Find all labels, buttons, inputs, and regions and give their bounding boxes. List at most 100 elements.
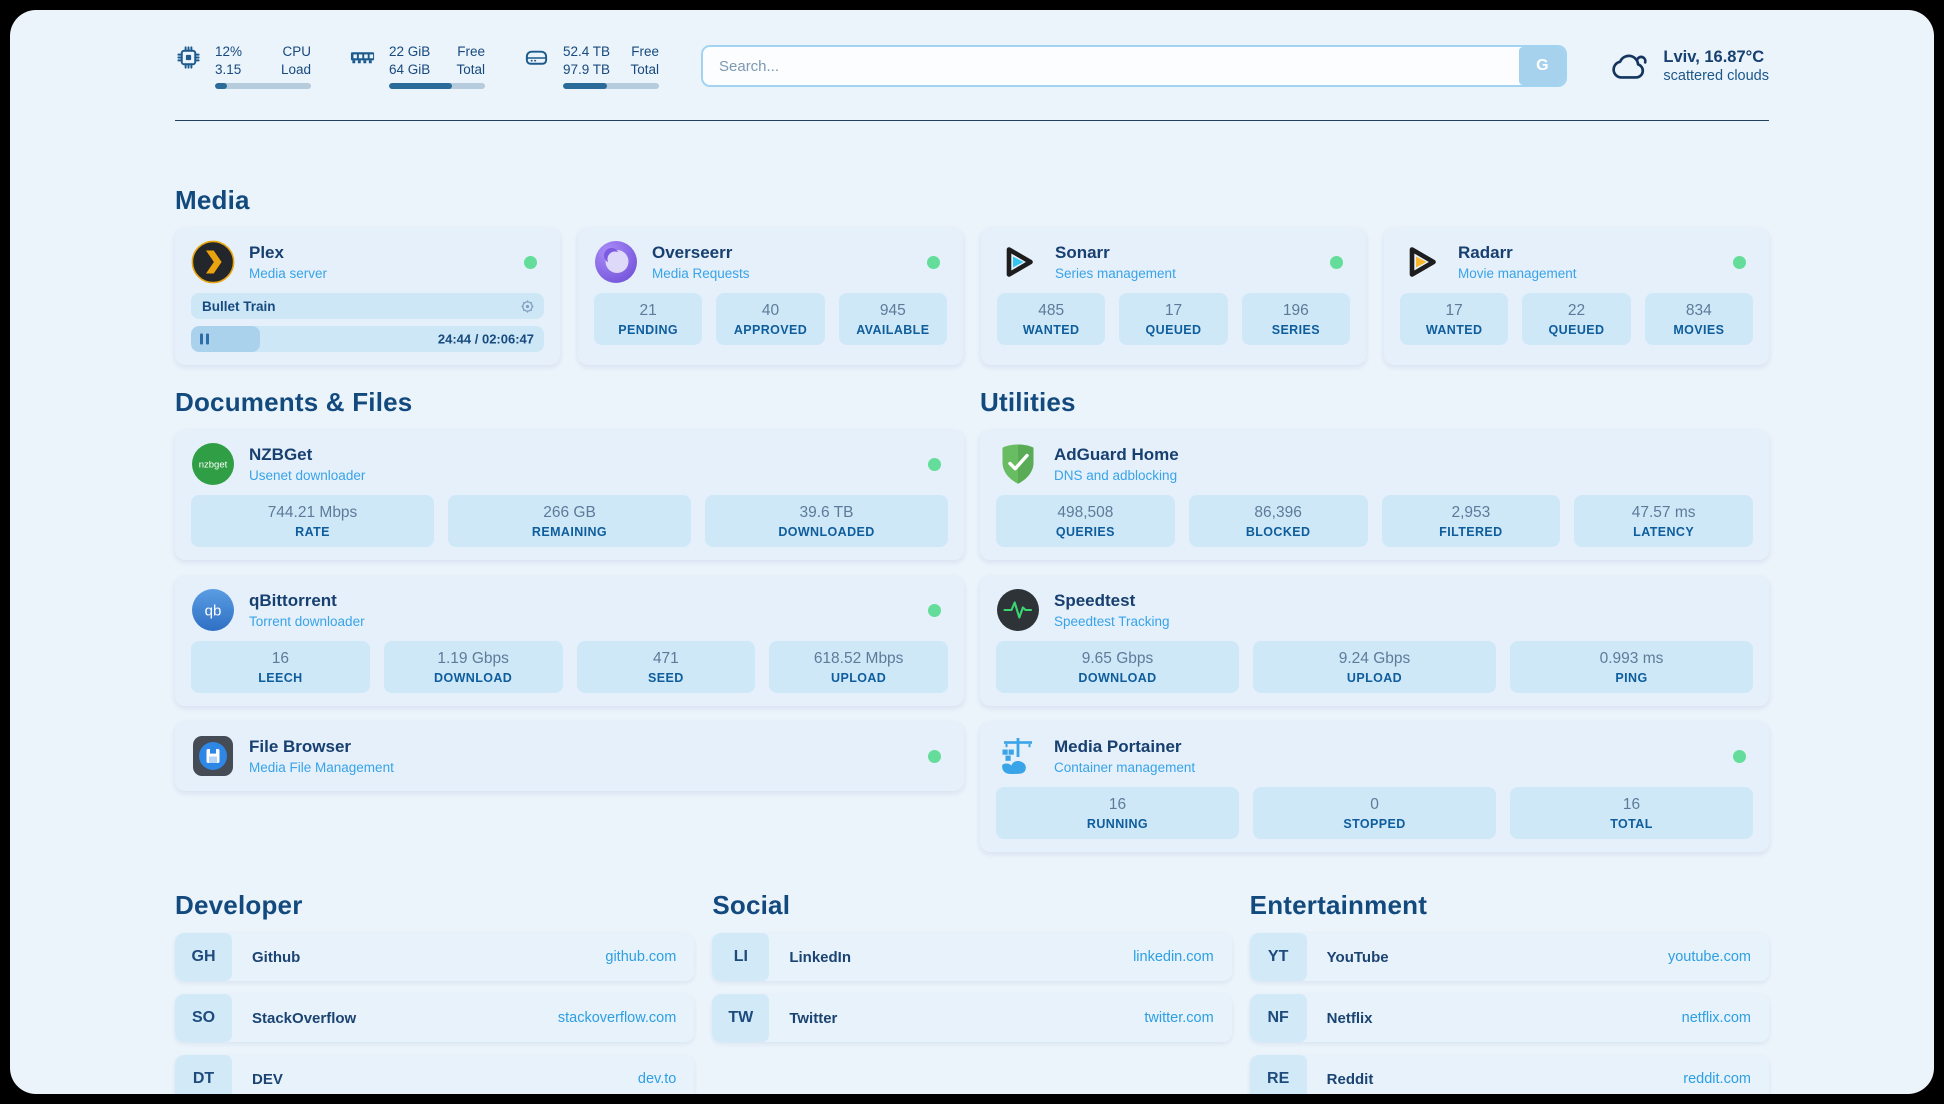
gear-icon[interactable]: [520, 299, 535, 314]
stat-queued: 22 QUEUED: [1522, 293, 1630, 345]
stat-value: 0.993 ms: [1600, 650, 1664, 668]
bookmark-dev[interactable]: DT DEV dev.to: [175, 1055, 694, 1094]
stat-value: 21: [640, 302, 657, 320]
stat-series: 196 SERIES: [1242, 293, 1350, 345]
speedtest-icon: [996, 588, 1040, 632]
weather-condition: scattered clouds: [1663, 68, 1769, 84]
service-card-overseerr[interactable]: Overseerr Media Requests 21 PENDING 40 A…: [578, 228, 963, 365]
stat-available: 945 AVAILABLE: [839, 293, 947, 345]
qbittorrent-icon: qb: [191, 588, 235, 632]
bookmark-abbr: NF: [1250, 994, 1307, 1042]
stat-value: 2,953: [1451, 504, 1490, 522]
service-description: Speedtest Tracking: [1054, 614, 1170, 629]
stat-seed: 471 SEED: [577, 641, 756, 693]
disk-free-value: 52.4 TB: [563, 43, 610, 61]
bookmark-name: StackOverflow: [252, 1010, 356, 1027]
service-card-speedtest[interactable]: Speedtest Speedtest Tracking 9.65 Gbps D…: [980, 576, 1769, 706]
bookmark-linkedin[interactable]: LI LinkedIn linkedin.com: [712, 933, 1231, 981]
bookmark-url: netflix.com: [1682, 1010, 1751, 1026]
disk-widget: 52.4 TB 97.9 TB Free Total: [523, 43, 659, 90]
stat-filtered: 2,953 FILTERED: [1382, 495, 1561, 547]
bookmark-reddit[interactable]: RE Reddit reddit.com: [1250, 1055, 1769, 1094]
section-title-developer: Developer: [175, 890, 694, 921]
stat-value: 9.65 Gbps: [1082, 650, 1154, 668]
stat-value: 16: [1109, 796, 1126, 814]
service-card-plex[interactable]: Plex Media server Bullet Train: [175, 228, 560, 365]
service-card-adguard[interactable]: AdGuard Home DNS and adblocking 498,508 …: [980, 430, 1769, 560]
stat-value: 86,396: [1254, 504, 1301, 522]
cpu-label: CPU: [281, 43, 311, 61]
service-name: AdGuard Home: [1054, 445, 1179, 465]
memory-free-label: Free: [456, 43, 485, 61]
stat-label: DOWNLOADED: [778, 525, 874, 539]
stat-value: 618.52 Mbps: [814, 650, 904, 668]
disk-total-label: Total: [630, 61, 659, 79]
section-entertainment: Entertainment YT YouTube youtube.com NF …: [1250, 890, 1769, 1094]
disk-total-value: 97.9 TB: [563, 61, 610, 79]
service-card-qbittorrent[interactable]: qb qBittorrent Torrent downloader 16 LEE…: [175, 576, 964, 706]
bookmark-abbr: DT: [175, 1055, 232, 1094]
service-name: Plex: [249, 243, 327, 263]
stat-label: REMAINING: [532, 525, 607, 539]
weather-widget: Lviv, 16.87°C scattered clouds: [1609, 47, 1769, 85]
stat-label: AVAILABLE: [856, 323, 929, 337]
stat-value: 744.21 Mbps: [268, 504, 358, 522]
stat-value: 266 GB: [543, 504, 596, 522]
service-card-nzbget[interactable]: nzbget NZBGet Usenet downloader 744.21 M…: [175, 430, 964, 560]
service-card-filebrowser[interactable]: File Browser Media File Management: [175, 722, 964, 791]
section-utilities: Utilities AdGuard Home DNS and adblockin…: [980, 387, 1769, 852]
memory-progress-fill: [389, 83, 452, 89]
service-name: File Browser: [249, 737, 394, 757]
disk-progress-fill: [563, 83, 607, 89]
stat-value: 9.24 Gbps: [1339, 650, 1411, 668]
bookmark-name: Github: [252, 949, 300, 966]
status-dot-online: [928, 750, 941, 763]
stat-running: 16 RUNNING: [996, 787, 1239, 839]
stat-label: UPLOAD: [1347, 671, 1402, 685]
stat-value: 834: [1686, 302, 1712, 320]
cpu-progress-bar: [215, 83, 311, 89]
stat-label: SEED: [648, 671, 684, 685]
bookmark-youtube[interactable]: YT YouTube youtube.com: [1250, 933, 1769, 981]
cpu-load-value: 3.15: [215, 61, 242, 79]
bookmark-name: YouTube: [1327, 949, 1389, 966]
search-input[interactable]: [701, 45, 1567, 87]
search-provider-button[interactable]: G: [1519, 47, 1565, 85]
bookmark-twitter[interactable]: TW Twitter twitter.com: [712, 994, 1231, 1042]
bookmark-stackoverflow[interactable]: SO StackOverflow stackoverflow.com: [175, 994, 694, 1042]
service-card-portainer[interactable]: Media Portainer Container management 16 …: [980, 722, 1769, 852]
stat-wanted: 485 WANTED: [997, 293, 1105, 345]
bookmark-github[interactable]: GH Github github.com: [175, 933, 694, 981]
stat-label: LATENCY: [1633, 525, 1694, 539]
service-card-sonarr[interactable]: Sonarr Series management 485 WANTED 17 Q…: [981, 228, 1366, 365]
stat-label: PENDING: [618, 323, 678, 337]
stat-value: 17: [1165, 302, 1182, 320]
service-card-radarr[interactable]: Radarr Movie management 17 WANTED 22 QUE…: [1384, 228, 1769, 365]
stat-label: QUEUED: [1146, 323, 1202, 337]
stat-download: 9.65 Gbps DOWNLOAD: [996, 641, 1239, 693]
system-widgets: 12% 3.15 CPU Load: [175, 43, 659, 90]
status-dot-online: [1733, 750, 1746, 763]
memory-icon: [349, 44, 376, 71]
stat-download: 1.19 Gbps DOWNLOAD: [384, 641, 563, 693]
cpu-progress-fill: [215, 83, 227, 89]
stat-upload: 9.24 Gbps UPLOAD: [1253, 641, 1496, 693]
bookmark-name: Reddit: [1327, 1071, 1374, 1088]
stat-ping: 0.993 ms PING: [1510, 641, 1753, 693]
service-description: Torrent downloader: [249, 614, 365, 629]
stat-wanted: 17 WANTED: [1400, 293, 1508, 345]
stat-label: SERIES: [1272, 323, 1320, 337]
playback-progress-bar: 24:44 / 02:06:47: [191, 326, 544, 352]
bookmark-netflix[interactable]: NF Netflix netflix.com: [1250, 994, 1769, 1042]
stat-upload: 618.52 Mbps UPLOAD: [769, 641, 948, 693]
service-name: Speedtest: [1054, 591, 1170, 611]
bookmark-url: stackoverflow.com: [558, 1010, 676, 1026]
stat-remaining: 266 GB REMAINING: [448, 495, 691, 547]
bookmark-url: reddit.com: [1683, 1071, 1751, 1087]
service-name: Sonarr: [1055, 243, 1176, 263]
stat-value: 0: [1370, 796, 1379, 814]
pause-icon[interactable]: [200, 334, 209, 345]
bookmark-name: LinkedIn: [789, 949, 851, 966]
memory-progress-bar: [389, 83, 485, 89]
svg-text:qb: qb: [205, 603, 222, 620]
